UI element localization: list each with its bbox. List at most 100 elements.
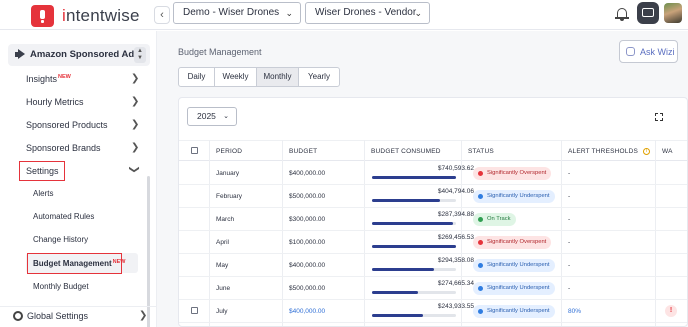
table-row[interactable]: July $400,000.00 $243,933.55 Significantly … [179,300,687,323]
status-badge: Significantly Overspent [473,236,552,249]
sidebar-item-label: Alerts [33,189,54,198]
sidebar: Amazon Sponsored Ads ▲ ▼ InsightsNEW ❯ Ho… [0,31,157,327]
cell-alert-threshold[interactable]: 80% [568,308,581,315]
profile-select[interactable]: Wiser Drones - Vendor ⌄ [305,2,430,24]
sidebar-item-global-settings[interactable]: Global Settings [27,311,88,321]
cell-period: May [216,262,229,269]
brand-name: intentwise [62,6,140,25]
status-label: Significantly Overspent [487,239,547,245]
column-header-budget-consumed[interactable]: BUDGET CONSUMED [371,148,441,155]
budget-progress-fill [372,291,419,294]
period-segmented-control: Daily Weekly Monthly Yearly [178,67,340,87]
status-dot-icon [478,217,483,222]
budget-progress-fill [372,314,424,317]
status-dot-icon [478,240,483,245]
table-row[interactable]: March $300,000.00 $287,394.88 On Track - [179,208,687,231]
status-badge: Significantly Underspent [473,259,555,272]
sidebar-subitem-automated-rules[interactable]: Automated Rules [33,212,94,221]
period-tab-weekly[interactable]: Weekly [215,68,257,86]
status-dot-icon [478,194,483,199]
table-row[interactable]: February $500,000.00 $404,794.06 Significan… [179,185,687,208]
sidebar-subitem-change-history[interactable]: Change History [33,235,88,244]
table-row[interactable]: January $400,000.00 $740,593.62 Significant… [179,162,687,185]
cell-budget[interactable]: $400,000.00 [289,308,325,315]
status-label: Significantly Overspent [487,170,547,176]
status-label: Significantly Underspent [487,262,550,268]
notification-bell-icon[interactable] [615,6,629,22]
column-header-label: ALERT THRESHOLDS [568,148,639,156]
status-dot-icon [478,263,483,268]
sidebar-subitem-alerts[interactable]: Alerts [33,189,53,198]
sidebar-item-label: Monthly Budget [33,282,89,291]
budget-progress-fill [372,245,456,248]
status-badge: Significantly Underspent [473,190,555,203]
column-header-budget[interactable]: BUDGET [289,148,317,155]
sidebar-item-label: Budget Management [33,259,112,268]
cell-period: February [216,193,243,200]
account-select[interactable]: Demo - Wiser Drones ⌄ [173,2,301,24]
year-select[interactable]: 2025 ⌄ [187,107,237,126]
sidebar-item-label: Settings [26,166,59,176]
status-label: Significantly Underspent [487,308,550,314]
status-label: Significantly Underspent [487,285,550,291]
column-header-alert-thresholds[interactable]: ALERT THRESHOLDS i [568,148,651,156]
fullscreen-icon[interactable] [655,113,663,121]
budget-progress-fill [372,176,456,179]
table-row[interactable]: June $500,000.00 $274,665.34 Significantly … [179,277,687,300]
cell-budget: $500,000.00 [289,193,326,200]
year-select-value: 2025 [197,111,216,121]
chat-icon[interactable] [637,2,659,24]
budget-progress-bar [372,176,456,179]
product-switcher-label: Amazon Sponsored Ads [30,49,140,60]
profile-select-value: Wiser Drones - Vendor [315,7,417,18]
cell-budget: $500,000.00 [289,285,326,292]
cell-period: June [216,285,231,292]
budget-progress-bar [372,268,456,271]
budget-progress-bar [372,222,456,225]
select-all-checkbox[interactable] [191,147,198,154]
product-switcher[interactable]: Amazon Sponsored Ads ▲ ▼ [8,44,150,66]
row-checkbox[interactable] [191,307,198,314]
table-row[interactable]: May $400,000.00 $294,358.08 Significantly U… [179,254,687,277]
budget-progress-fill [372,268,435,271]
column-header-truncated[interactable]: WA [662,148,673,155]
chevron-right-icon: ❯ [131,119,140,130]
period-tab-monthly[interactable]: Monthly [257,68,299,86]
status-badge: Significantly Underspent [473,282,555,295]
sidebar-item-label: Sponsored Products [26,120,108,130]
ask-wizi-label: Ask Wizi [640,47,675,57]
sidebar-subitem-monthly-budget[interactable]: Monthly Budget [33,282,89,291]
cell-budget-consumed: $294,358.08 [437,257,474,264]
sidebar-subitem-budget-management[interactable]: Budget ManagementNEW [33,259,126,268]
budget-progress-bar [372,291,456,294]
new-badge: NEW [112,259,126,265]
avatar[interactable] [664,3,682,23]
sidebar-item-settings[interactable]: Settings [26,166,59,176]
budget-progress-bar [372,199,456,202]
column-header-period[interactable]: PERIOD [216,148,242,155]
intentwise-logo-icon[interactable] [31,5,54,27]
chevron-right-icon: ❯ [131,142,140,153]
sidebar-item-label: Sponsored Brands [26,143,101,153]
column-header-status[interactable]: STATUS [468,148,494,155]
info-icon[interactable]: i [643,148,651,155]
warning-icon[interactable]: ! [665,305,677,317]
collapse-sidebar-button[interactable]: ‹ [154,6,170,24]
cell-alert-threshold: - [568,216,571,223]
period-tab-daily[interactable]: Daily [179,68,215,86]
chevron-right-icon: ❯ [131,96,140,107]
sidebar-item-insights[interactable]: InsightsNEW [26,74,71,84]
status-dot-icon [478,309,483,314]
gear-icon [13,311,23,321]
sidebar-item-sponsored-brands[interactable]: Sponsored Brands [26,143,101,153]
cell-budget: $300,000.00 [289,216,326,223]
sidebar-item-hourly-metrics[interactable]: Hourly Metrics [26,97,84,107]
ask-wizi-button[interactable]: Ask Wizi [619,40,678,63]
table-row[interactable]: April $100,000.00 $269,456.53 Significantly… [179,231,687,254]
status-label: On Track [487,216,511,222]
budget-table-card: 2025 ⌄ PERIOD BUDGET BUDGET CONSUMED STA… [178,97,688,327]
sidebar-item-sponsored-products[interactable]: Sponsored Products [26,120,108,130]
chevron-down-icon: ⌄ [223,113,229,120]
period-tab-yearly[interactable]: Yearly [299,68,339,86]
sidebar-scrollbar[interactable] [147,176,150,327]
